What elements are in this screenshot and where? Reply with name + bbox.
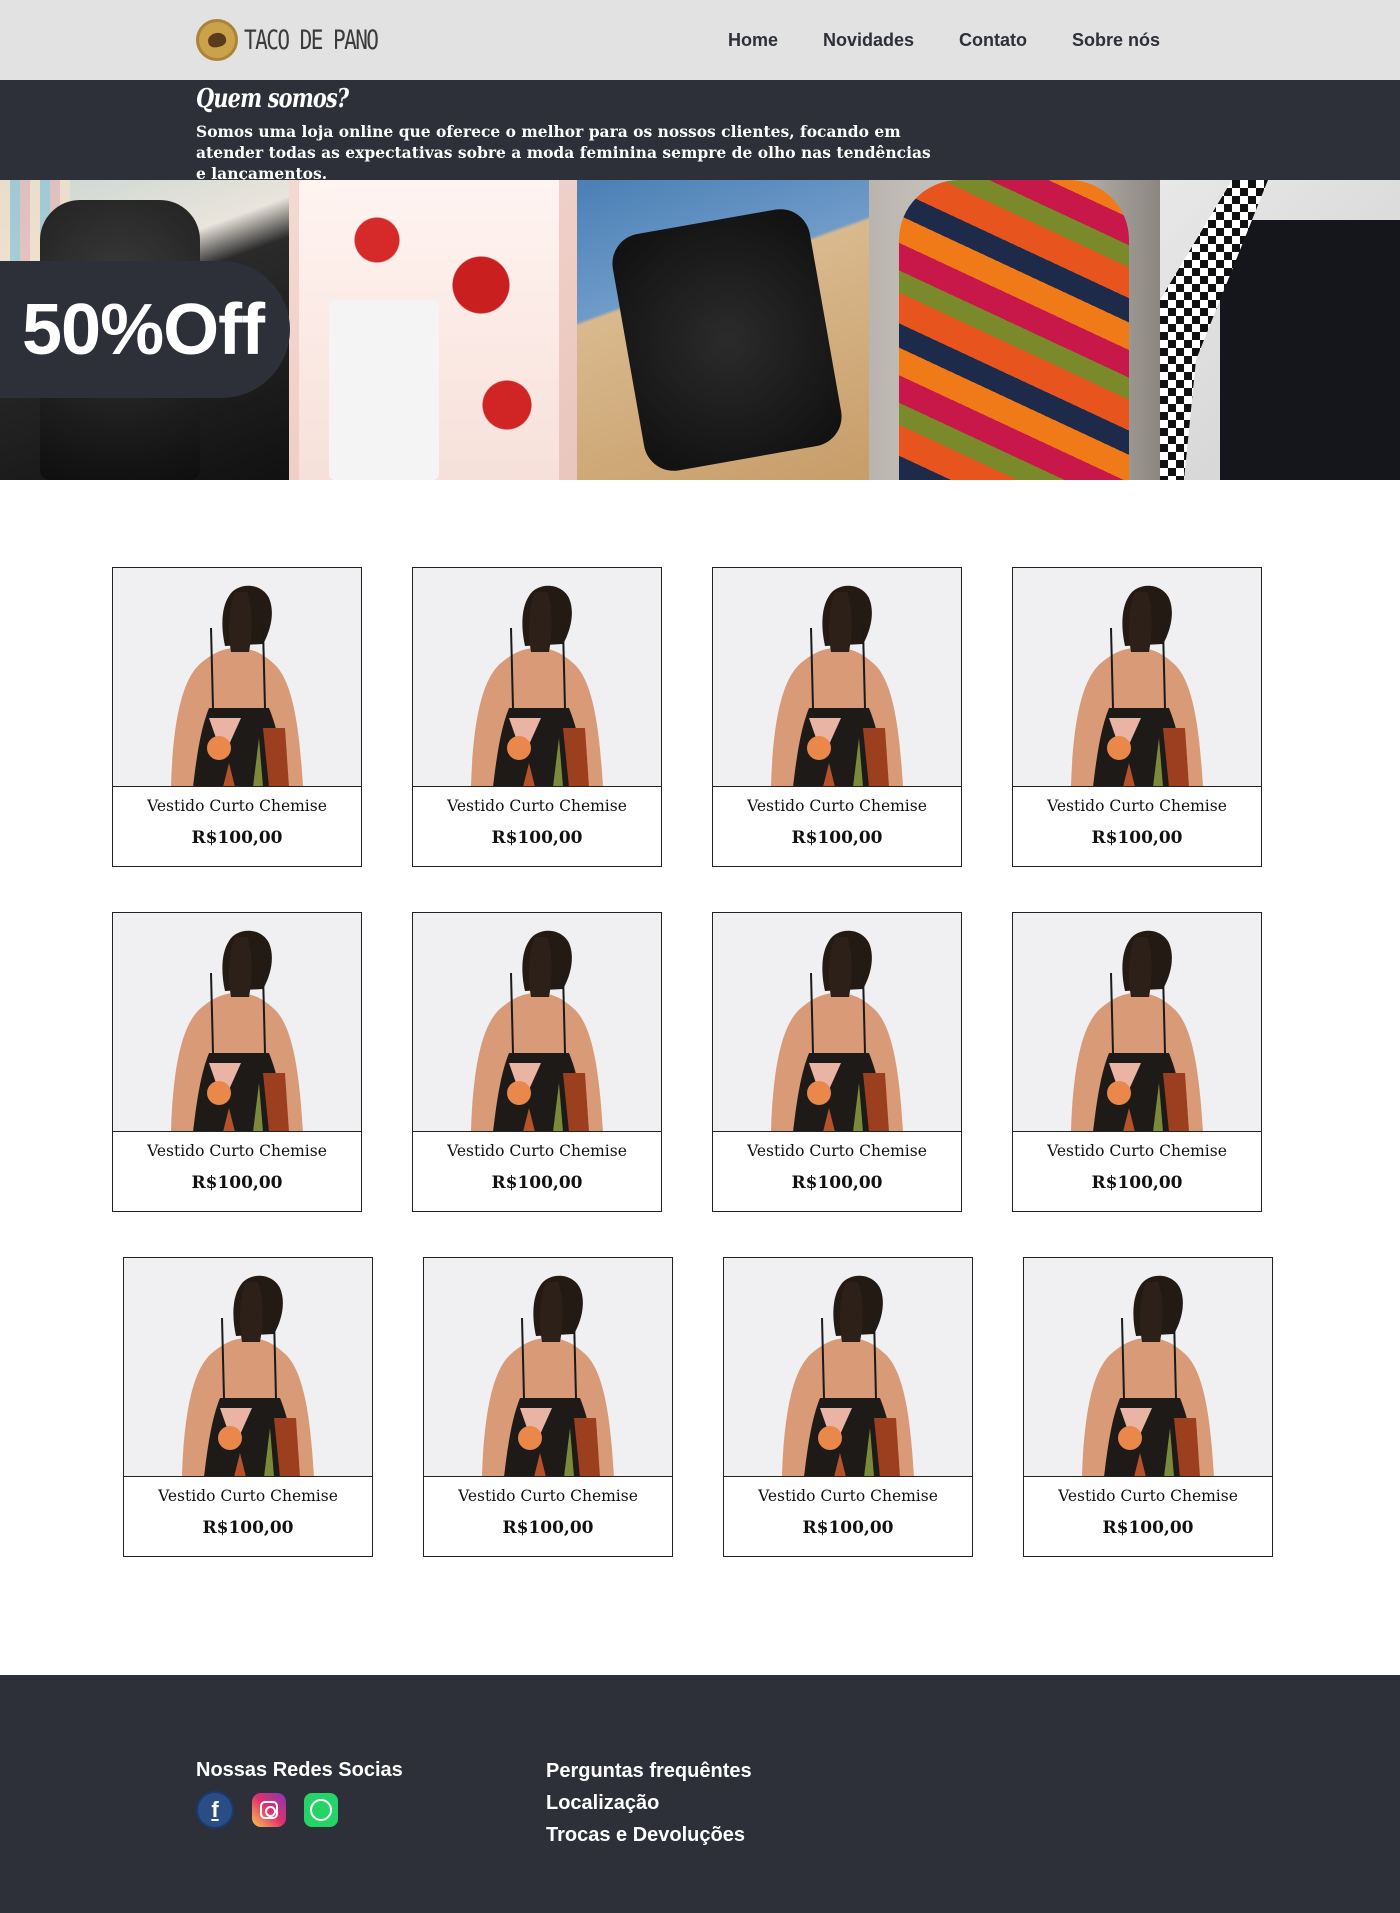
product-image[interactable] (124, 1258, 372, 1477)
product-card[interactable]: Vestido Curto Chemise R$100,00 (112, 567, 362, 867)
product-name: Vestido Curto Chemise (447, 1142, 627, 1160)
product-image[interactable] (113, 913, 361, 1132)
about-section: Quem somos? Somos uma loja online que of… (0, 80, 1400, 183)
product-price: R$100,00 (791, 828, 883, 848)
nav-sobre-nos[interactable]: Sobre nós (1072, 30, 1160, 51)
site-footer: Nossas Redes Socias f Perguntas frequênt… (0, 1675, 1400, 1913)
banner-photo-floral-blouse (289, 180, 577, 480)
product-image[interactable] (1024, 1258, 1272, 1477)
facebook-icon[interactable]: f (196, 1791, 234, 1829)
product-price: R$100,00 (191, 1173, 283, 1193)
product-card[interactable]: Vestido Curto Chemise R$100,00 (712, 912, 962, 1212)
main-nav: Home Novidades Contato Sobre nós (728, 0, 1160, 80)
product-image[interactable] (713, 913, 961, 1132)
logo-hat-icon (196, 19, 238, 61)
product-card[interactable]: Vestido Curto Chemise R$100,00 (412, 912, 662, 1212)
product-name: Vestido Curto Chemise (758, 1487, 938, 1505)
product-name: Vestido Curto Chemise (747, 1142, 927, 1160)
product-card[interactable]: Vestido Curto Chemise R$100,00 (723, 1257, 973, 1557)
product-price: R$100,00 (191, 828, 283, 848)
product-name: Vestido Curto Chemise (747, 797, 927, 815)
product-card[interactable]: Vestido Curto Chemise R$100,00 (423, 1257, 673, 1557)
returns-link[interactable]: Trocas e Devoluções (546, 1823, 752, 1847)
product-image[interactable] (1013, 568, 1261, 787)
banner-photo-striped-blouse (869, 180, 1160, 480)
banner-photo-black-top (577, 180, 869, 480)
product-price: R$100,00 (202, 1518, 294, 1538)
product-name: Vestido Curto Chemise (1047, 1142, 1227, 1160)
instagram-icon[interactable] (252, 1793, 286, 1827)
site-header: TACO DE PANO Home Novidades Contato Sobr… (0, 0, 1400, 80)
product-image[interactable] (413, 913, 661, 1132)
product-name: Vestido Curto Chemise (1047, 797, 1227, 815)
product-price: R$100,00 (1102, 1518, 1194, 1538)
product-image[interactable] (1013, 913, 1261, 1132)
product-price: R$100,00 (502, 1518, 594, 1538)
product-image[interactable] (724, 1258, 972, 1477)
product-name: Vestido Curto Chemise (447, 797, 627, 815)
product-price: R$100,00 (791, 1173, 883, 1193)
product-image[interactable] (713, 568, 961, 787)
product-price: R$100,00 (1091, 1173, 1183, 1193)
product-card[interactable]: Vestido Curto Chemise R$100,00 (1023, 1257, 1273, 1557)
product-card[interactable]: Vestido Curto Chemise R$100,00 (112, 912, 362, 1212)
product-price: R$100,00 (491, 1173, 583, 1193)
nav-home[interactable]: Home (728, 30, 778, 51)
product-name: Vestido Curto Chemise (158, 1487, 338, 1505)
discount-badge[interactable]: 50%Off (0, 261, 290, 398)
product-image[interactable] (413, 568, 661, 787)
product-name: Vestido Curto Chemise (147, 797, 327, 815)
logo-text: TACO DE PANO (244, 24, 379, 56)
product-card[interactable]: Vestido Curto Chemise R$100,00 (412, 567, 662, 867)
product-price: R$100,00 (1091, 828, 1183, 848)
about-title: Quem somos? (196, 84, 349, 114)
banner-photo-checkered-outfit (1160, 180, 1400, 480)
about-text: Somos uma loja online que oferece o melh… (196, 122, 931, 183)
product-price: R$100,00 (491, 828, 583, 848)
product-card[interactable]: Vestido Curto Chemise R$100,00 (1012, 567, 1262, 867)
nav-contato[interactable]: Contato (959, 30, 1027, 51)
product-image[interactable] (113, 568, 361, 787)
product-price: R$100,00 (802, 1518, 894, 1538)
product-card[interactable]: Vestido Curto Chemise R$100,00 (1012, 912, 1262, 1212)
product-name: Vestido Curto Chemise (458, 1487, 638, 1505)
product-name: Vestido Curto Chemise (1058, 1487, 1238, 1505)
social-icons: f (196, 1791, 338, 1829)
product-name: Vestido Curto Chemise (147, 1142, 327, 1160)
product-card[interactable]: Vestido Curto Chemise R$100,00 (712, 567, 962, 867)
product-image[interactable] (424, 1258, 672, 1477)
nav-novidades[interactable]: Novidades (823, 30, 914, 51)
location-link[interactable]: Localização (546, 1791, 752, 1815)
social-title: Nossas Redes Socias (196, 1759, 403, 1781)
faq-link[interactable]: Perguntas frequêntes (546, 1759, 752, 1783)
product-card[interactable]: Vestido Curto Chemise R$100,00 (123, 1257, 373, 1557)
whatsapp-icon[interactable] (304, 1793, 338, 1827)
logo[interactable]: TACO DE PANO (196, 18, 415, 62)
footer-links: Perguntas frequêntes Localização Trocas … (546, 1759, 752, 1847)
